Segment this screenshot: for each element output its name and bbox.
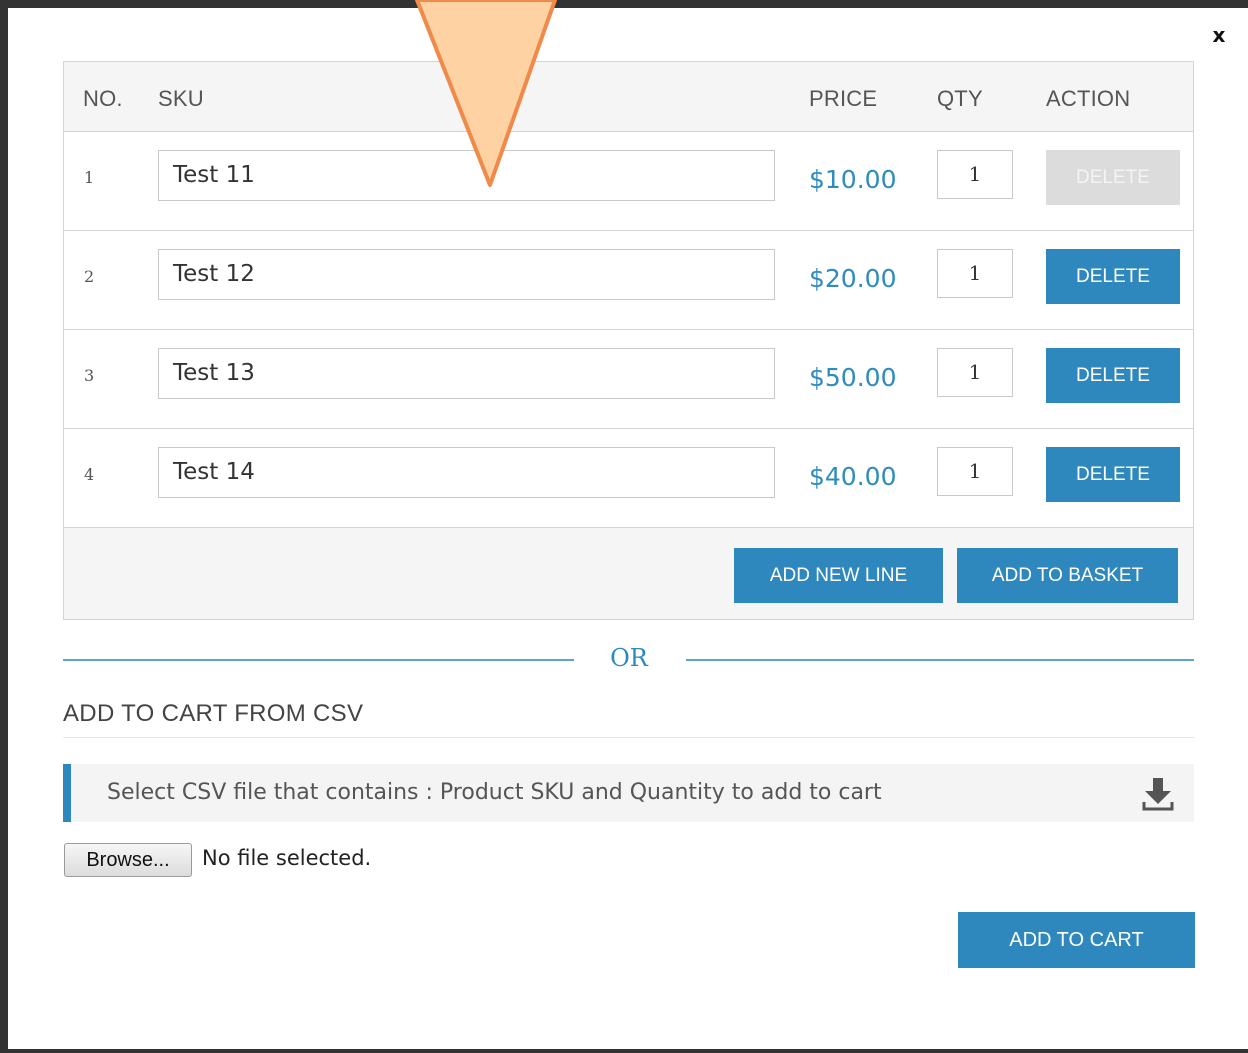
delete-button[interactable]: DELETE [1046,348,1180,403]
row-price: $20.00 [809,264,897,293]
row-number: 3 [84,366,95,385]
row-number: 2 [84,267,95,286]
delete-button[interactable]: DELETE [1046,249,1180,304]
table-row: 2 Test 12 $20.00 1 DELETE [64,230,1193,329]
csv-section-title: ADD TO CART FROM CSV [63,700,364,727]
order-table: NO. SKU PRICE QTY ACTION 1 Test 11 $10.0… [63,61,1194,620]
qty-input[interactable]: 1 [937,348,1013,397]
row-price: $50.00 [809,363,897,392]
divider [63,737,1194,738]
sku-input[interactable]: Test 14 [158,447,775,498]
browse-button[interactable]: Browse... [64,843,192,877]
row-price: $10.00 [809,165,897,194]
close-button[interactable]: x [1207,20,1231,50]
delete-button[interactable]: DELETE [1046,447,1180,502]
table-row: 3 Test 13 $50.00 1 DELETE [64,329,1193,428]
add-new-line-button[interactable]: ADD NEW LINE [734,548,943,603]
add-to-basket-button[interactable]: ADD TO BASKET [957,548,1178,603]
sku-input[interactable]: Test 12 [158,249,775,300]
csv-info-text: Select CSV file that contains : Product … [107,780,882,805]
row-number: 4 [84,465,95,484]
header-sku: SKU [158,86,204,111]
window-frame-bottom [0,1049,1248,1053]
separator-line-right [686,659,1194,661]
qty-input[interactable]: 1 [937,447,1013,496]
qty-input[interactable]: 1 [937,249,1013,298]
file-status-label: No file selected. [202,846,372,870]
download-icon[interactable] [1141,776,1175,812]
delete-button: DELETE [1046,150,1180,205]
header-price: PRICE [809,86,878,111]
pointer-arrow-icon [415,0,557,187]
header-no: NO. [83,86,123,111]
header-qty: QTY [937,86,983,111]
window-frame-top [0,0,1248,8]
row-number: 1 [84,168,95,187]
table-row: 4 Test 14 $40.00 1 DELETE [64,428,1193,528]
table-row: 1 Test 11 $10.00 1 DELETE [64,131,1193,230]
row-price: $40.00 [809,462,897,491]
window-frame-left [0,0,8,1053]
header-action: ACTION [1046,86,1131,111]
add-to-cart-button[interactable]: ADD TO CART [958,912,1195,968]
or-separator: OR [610,644,648,672]
sku-input[interactable]: Test 13 [158,348,775,399]
qty-input[interactable]: 1 [937,150,1013,199]
separator-line-left [63,659,574,661]
csv-info-box: Select CSV file that contains : Product … [63,764,1194,822]
